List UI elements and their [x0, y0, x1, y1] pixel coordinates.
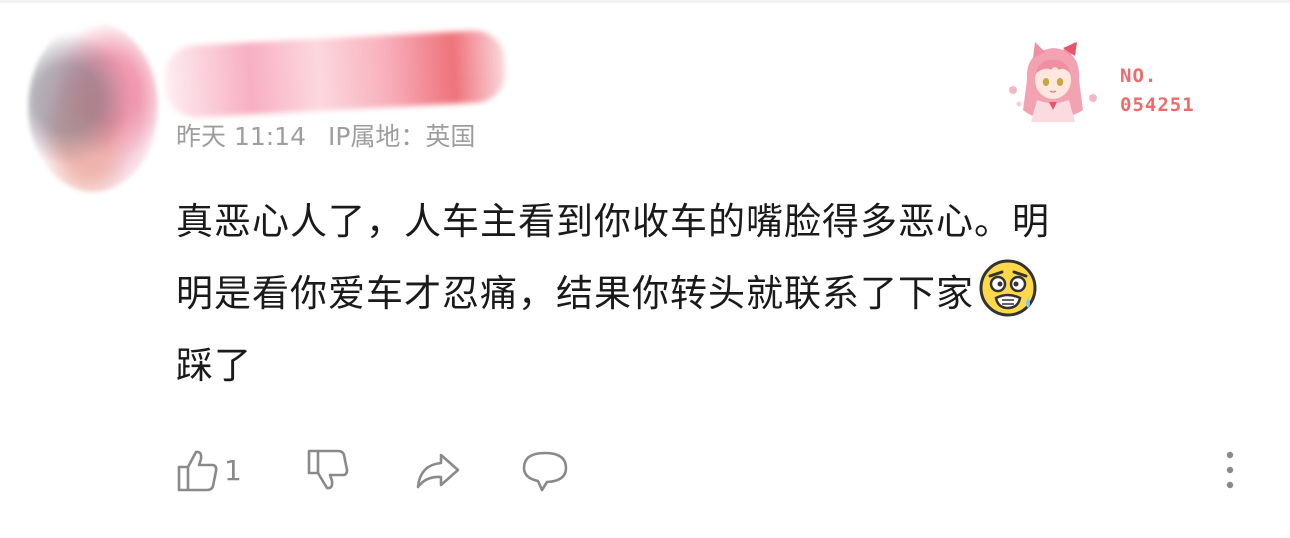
like-button[interactable]: 1: [176, 445, 242, 495]
share-button[interactable]: [414, 445, 462, 495]
comment-time: 昨天 11:14: [176, 122, 306, 151]
ip-location: IP属地：英国: [327, 122, 476, 151]
avatar[interactable]: [28, 22, 158, 192]
badge-label: NO.: [1120, 65, 1158, 87]
more-options-icon[interactable]: [1215, 448, 1245, 492]
top-divider: [0, 0, 1290, 3]
comment-actions: 1: [176, 445, 1256, 495]
speech-bubble-icon: [522, 451, 568, 492]
astonished-face-icon: [979, 259, 1037, 317]
thumbs-up-icon: [177, 450, 218, 492]
username-redacted[interactable]: [163, 29, 507, 119]
fan-badge-avatar-icon: [1009, 42, 1097, 122]
dislike-button[interactable]: [306, 445, 352, 495]
comment-body: 真恶心人了，人车主看到你收车的嘴脸得多恶心。明 明是看你爱车才忍痛，结果你转头就…: [176, 186, 1236, 402]
reply-button[interactable]: [520, 445, 570, 495]
badge-value: 054251: [1120, 94, 1195, 116]
comment-line-text: 明是看你爱车才忍痛，结果你转头就联系了下家: [176, 272, 974, 315]
like-count: 1: [224, 453, 242, 487]
share-arrow-icon: [416, 453, 460, 489]
comment-line: 明是看你爱车才忍痛，结果你转头就联系了下家: [176, 258, 1236, 330]
comment-line: 真恶心人了，人车主看到你收车的嘴脸得多恶心。明: [176, 200, 1050, 243]
thumbs-down-icon: [307, 449, 349, 490]
badge-number: NO. 054251: [1120, 62, 1195, 120]
comment-line: 踩了: [176, 344, 252, 387]
comment-meta: 昨天 11:14 IP属地：英国: [176, 117, 489, 153]
